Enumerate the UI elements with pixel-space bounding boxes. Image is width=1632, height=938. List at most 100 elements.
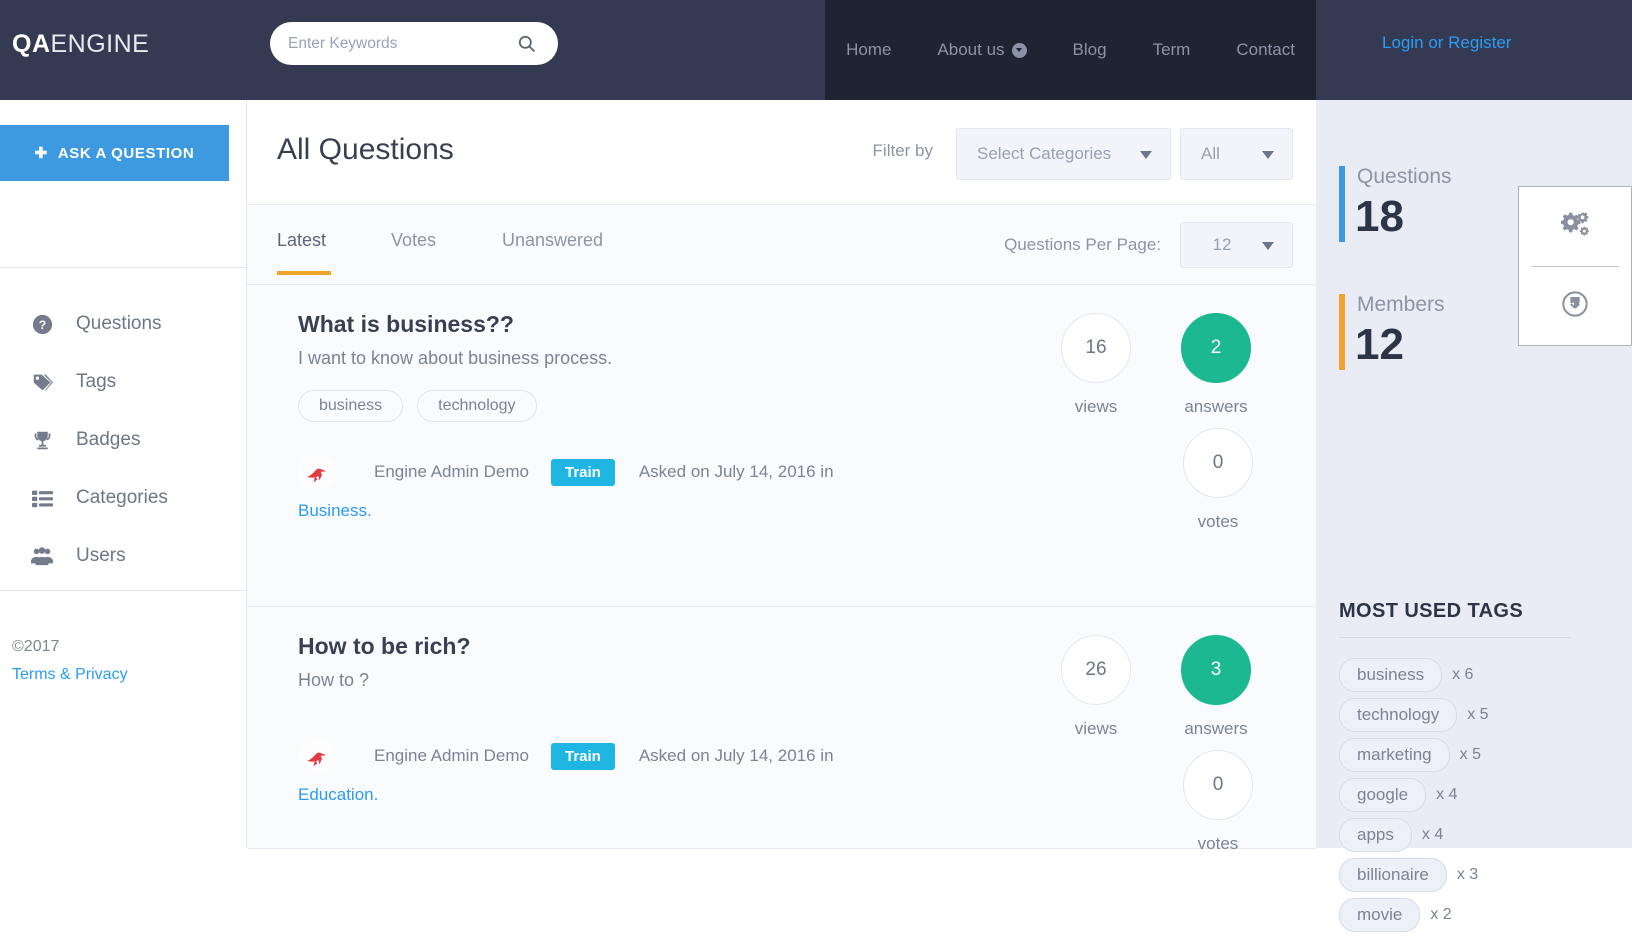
sidebar-item-badges[interactable]: Badges: [0, 411, 247, 469]
nav-item-blog[interactable]: Blog: [1050, 40, 1130, 60]
tab-latest[interactable]: Latest: [277, 230, 326, 251]
nav-item-home[interactable]: Home: [823, 40, 914, 60]
sidebar-item-label: Categories: [76, 487, 168, 508]
votes-count: 0: [1183, 428, 1253, 498]
tab-votes[interactable]: Votes: [391, 230, 436, 251]
views-count: 26: [1061, 635, 1131, 705]
votes-stat: 0 votes: [1183, 750, 1253, 854]
site-header: QAENGINE Home About us Blog Term Contact…: [0, 0, 1632, 100]
stat-value: 18: [1355, 192, 1404, 241]
site-logo[interactable]: QAENGINE: [12, 30, 149, 59]
question-excerpt: I want to know about business process.: [298, 348, 613, 368]
sidebar-item-users[interactable]: Users: [0, 527, 247, 585]
select-categories-dropdown[interactable]: Select Categories: [956, 128, 1171, 180]
svg-text:?: ?: [38, 317, 45, 331]
answers-stat: 2 answers: [1181, 313, 1251, 417]
page-title: All Questions: [277, 133, 454, 166]
question-item: What is business?? I want to know about …: [247, 285, 1316, 607]
question-title[interactable]: What is business??: [298, 311, 514, 338]
answers-stat: 3 answers: [1181, 635, 1251, 739]
question-author[interactable]: Engine Admin Demo: [374, 462, 529, 482]
plus-icon: ✚: [34, 145, 48, 162]
tag-pill[interactable]: business: [1339, 658, 1443, 692]
logo-qa: QA: [12, 30, 51, 58]
list-icon: [30, 488, 54, 509]
gears-icon: [1561, 210, 1589, 243]
tag-row: billionaire x 3: [1339, 858, 1629, 892]
votes-stat: 0 votes: [1183, 428, 1253, 532]
nav-label: Contact: [1236, 40, 1295, 59]
login-or-register-link[interactable]: Login or Register: [1382, 33, 1511, 53]
question-meta: Engine Admin Demo Train Asked on July 14…: [298, 453, 898, 521]
search-input[interactable]: [288, 22, 513, 65]
question-category-link[interactable]: Education.: [298, 785, 898, 805]
tag-row: marketing x 5: [1339, 738, 1629, 772]
questions-per-page-label: Questions Per Page:: [1004, 235, 1161, 254]
tag-count: x 6: [1452, 666, 1474, 683]
tag-pill[interactable]: movie: [1339, 898, 1421, 932]
terms-privacy-link[interactable]: Terms & Privacy: [12, 661, 128, 689]
tag-row: technology x 5: [1339, 698, 1629, 732]
nav-item-about-us[interactable]: About us: [914, 40, 1049, 60]
download-button[interactable]: [1519, 267, 1631, 346]
votes-count: 0: [1183, 750, 1253, 820]
sidebar-item-tags[interactable]: Tags: [0, 353, 247, 411]
filter-by-label: Filter by: [872, 141, 933, 160]
views-count: 16: [1061, 313, 1131, 383]
sidebar-divider-bottom: [0, 590, 247, 591]
sidebar-item-label: Questions: [76, 313, 162, 334]
questions-per-page-value: 12: [1212, 235, 1232, 254]
avatar: [298, 737, 336, 775]
question-author[interactable]: Engine Admin Demo: [374, 746, 529, 766]
main-nav-block: Home About us Blog Term Contact: [825, 0, 1316, 100]
stat-accent-bar: [1339, 166, 1345, 242]
sidebar-item-label: Users: [76, 545, 126, 566]
votes-label: votes: [1197, 834, 1239, 853]
sidebar-item-categories[interactable]: Categories: [0, 469, 247, 527]
tag-pill[interactable]: apps: [1339, 818, 1412, 852]
select-all-dropdown[interactable]: All: [1180, 128, 1293, 180]
nav-label: Home: [846, 40, 892, 59]
most-used-tags-list: business x 6 technology x 5 marketing x …: [1339, 658, 1629, 938]
tag-pill[interactable]: technology: [1339, 698, 1458, 732]
answers-count: 3: [1181, 635, 1251, 705]
sidebar-divider-top: [0, 267, 247, 268]
sidebar-nav: ? Questions Tags Badges Categories Users: [0, 295, 247, 585]
search-box[interactable]: [270, 22, 558, 65]
copyright-text: ©2017: [12, 638, 60, 655]
ask-a-question-button[interactable]: ✚ ASK A QUESTION: [0, 125, 229, 181]
chevron-down-icon: [1262, 151, 1274, 159]
nav-label: About us: [937, 40, 1005, 59]
question-tag[interactable]: technology: [417, 390, 537, 422]
question-tags: business technology: [298, 390, 537, 422]
question-tag[interactable]: business: [298, 390, 404, 422]
question-excerpt: How to ?: [298, 670, 370, 690]
question-title[interactable]: How to be rich?: [298, 633, 471, 660]
sidebar-item-questions[interactable]: ? Questions: [0, 295, 247, 353]
tag-pill[interactable]: billionaire: [1339, 858, 1447, 892]
tag-pill[interactable]: google: [1339, 778, 1427, 812]
tag-count: x 5: [1467, 706, 1489, 723]
views-stat: 26 views: [1061, 635, 1131, 739]
question-circle-icon: ?: [30, 314, 54, 335]
answers-label: answers: [1184, 397, 1248, 416]
nav-item-contact[interactable]: Contact: [1213, 40, 1318, 60]
tag-row: business x 6: [1339, 658, 1629, 692]
question-category-link[interactable]: Business.: [298, 501, 898, 521]
nav-item-term[interactable]: Term: [1130, 40, 1214, 60]
tag-row: apps x 4: [1339, 818, 1629, 852]
tag-row: google x 4: [1339, 778, 1629, 812]
sidebar-item-label: Tags: [76, 371, 117, 392]
answers-count: 2: [1181, 313, 1251, 383]
stat-questions: Questions 18: [1339, 162, 1452, 242]
floating-tools-panel: [1518, 186, 1632, 346]
search-icon[interactable]: [517, 34, 536, 53]
select-all-value: All: [1201, 144, 1220, 163]
tab-unanswered[interactable]: Unanswered: [502, 230, 603, 251]
chevron-down-icon: [1011, 42, 1027, 58]
tag-pill[interactable]: marketing: [1339, 738, 1450, 772]
settings-button[interactable]: [1519, 187, 1631, 266]
views-label: views: [1074, 397, 1118, 416]
questions-per-page-dropdown[interactable]: 12: [1180, 222, 1293, 268]
answers-label: answers: [1184, 719, 1248, 738]
